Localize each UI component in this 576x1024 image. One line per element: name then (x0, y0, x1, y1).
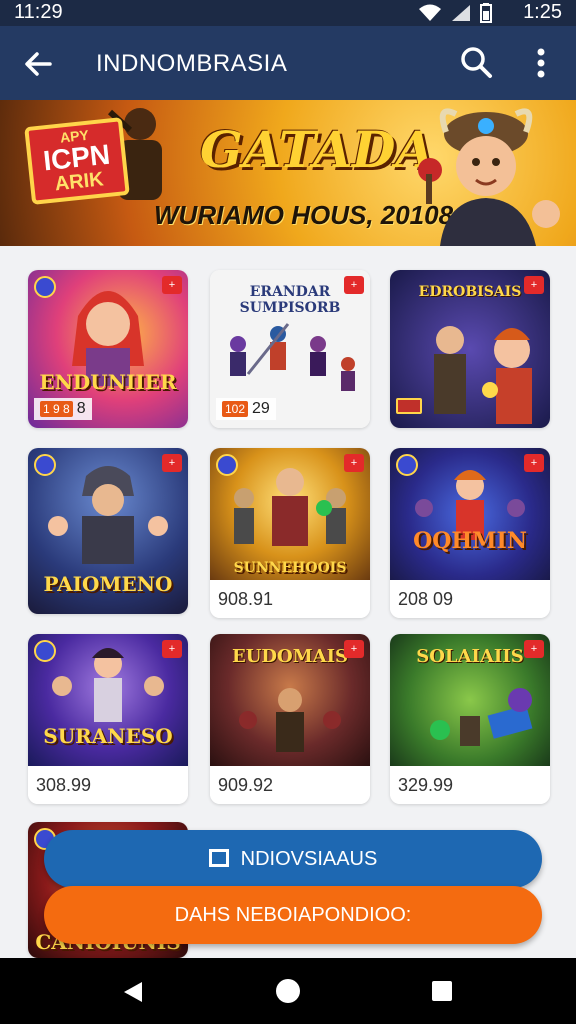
bookmark-icon[interactable]: + (524, 640, 544, 658)
status-bar: 11:29 1:25 (0, 0, 576, 26)
game-card[interactable]: + PAIOMENO (28, 448, 188, 614)
game-price: 308.99 (28, 766, 188, 804)
search-icon[interactable] (458, 44, 494, 80)
bookmark-icon[interactable]: + (344, 454, 364, 472)
game-card[interactable]: + SUNNEHOOIS 908.91 (210, 448, 370, 618)
bookmark-icon[interactable]: + (344, 276, 364, 294)
price-tag: 102 29 (216, 398, 276, 420)
app-logo-icon (34, 640, 56, 662)
status-time: 11:29 (14, 1, 63, 23)
game-card[interactable]: SOLAIAIIS + 329.99 (390, 634, 550, 804)
game-art: + ENDUNIIER 1 9 88 (28, 270, 188, 428)
characters-icon (52, 648, 164, 722)
game-art: + SURANESO (28, 634, 188, 766)
tag-icon (396, 398, 422, 414)
game-price: 208 09 (390, 580, 550, 618)
nav-recents-icon[interactable] (432, 981, 452, 1001)
secondary-action-button[interactable]: DAHS NEBOIAPONDIOO: (44, 886, 542, 944)
game-art: EUDOMAIS + (210, 634, 370, 766)
characters-icon (230, 323, 355, 391)
app-logo-icon (396, 454, 418, 476)
characters-icon (234, 468, 346, 546)
characters-icon (239, 688, 341, 752)
game-price: 908.91 (210, 580, 370, 618)
game-card[interactable]: + SURANESO 308.99 (28, 634, 188, 804)
primary-action-button[interactable]: NDIOVSIAAUS (44, 830, 542, 888)
bookmark-icon[interactable]: + (162, 454, 182, 472)
app-logo-icon (34, 454, 56, 476)
bookmark-icon[interactable]: + (524, 454, 544, 472)
app-logo-icon (34, 276, 56, 298)
game-card[interactable]: + ENDUNIIER 1 9 88 (28, 270, 188, 428)
battery-icon (480, 3, 492, 23)
game-price: 329.99 (390, 766, 550, 804)
square-icon (208, 849, 229, 867)
signal-icon (452, 5, 470, 21)
game-art: ERANDAR SUMPISORB + 102 29 (210, 270, 370, 428)
more-vert-icon[interactable] (526, 44, 556, 82)
wifi-icon (419, 4, 441, 21)
game-card[interactable]: ERANDAR SUMPISORB + 102 29 (210, 270, 370, 428)
game-price: 909.92 (210, 766, 370, 804)
game-card[interactable]: + OQHMIN 208 09 (390, 448, 550, 618)
bookmark-icon[interactable]: + (344, 640, 364, 658)
game-art: EDROBISAIS + (390, 270, 550, 428)
game-art: + SUNNEHOOIS (210, 448, 370, 580)
nav-home-icon[interactable] (276, 979, 300, 1003)
game-art: + PAIOMENO (28, 448, 188, 614)
game-card[interactable]: EUDOMAIS + 909.92 (210, 634, 370, 804)
game-art: SOLAIAIIS + (390, 634, 550, 766)
bookmark-icon[interactable]: + (162, 640, 182, 658)
status-icons (418, 3, 492, 23)
app-logo-icon (216, 454, 238, 476)
game-card[interactable]: EDROBISAIS + (390, 270, 550, 428)
system-nav-bar (0, 958, 576, 1024)
characters-icon (430, 688, 533, 746)
price-tag: 1 9 88 (34, 398, 92, 420)
nav-back-icon[interactable] (122, 980, 144, 1004)
page-title: INDNOMBRASIA (96, 50, 288, 77)
app-bar: INDNOMBRASIA (0, 26, 576, 100)
hero-character-icon (418, 108, 560, 246)
characters-icon (48, 466, 168, 564)
back-arrow-icon[interactable] (20, 46, 56, 82)
status-time-right: 1:25 (523, 1, 562, 23)
bookmark-icon[interactable]: + (162, 276, 182, 294)
app-badge: APY ICPN ARIK (24, 117, 130, 205)
bookmark-icon[interactable]: + (524, 276, 544, 294)
promo-banner[interactable]: APY ICPN ARIK GATADA WURIAMO HOUS, 20108 (0, 100, 576, 246)
game-art: + OQHMIN (390, 448, 550, 580)
